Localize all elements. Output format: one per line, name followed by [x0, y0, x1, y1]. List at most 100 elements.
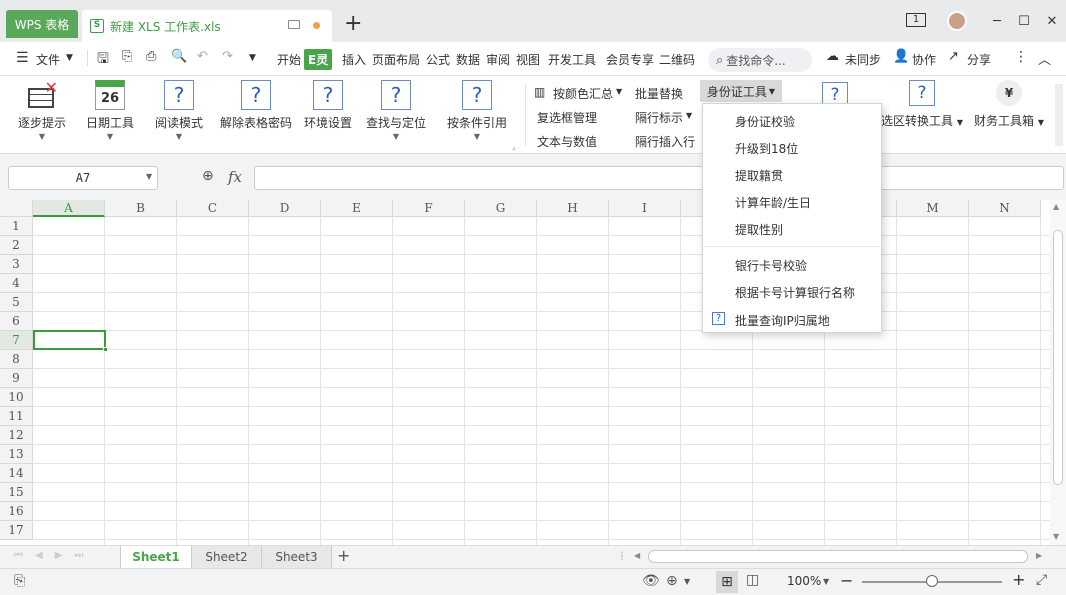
- column-header-n[interactable]: N: [969, 200, 1041, 217]
- column-header-m[interactable]: M: [897, 200, 969, 217]
- unsaved-dot-icon[interactable]: [313, 22, 320, 29]
- freeze-icon[interactable]: ⊕: [666, 573, 678, 589]
- row-header-4[interactable]: 4: [0, 274, 33, 293]
- column-header-i[interactable]: I: [609, 200, 681, 217]
- new-tab-button[interactable]: +: [344, 12, 362, 36]
- text-number-button[interactable]: 文本与数值: [537, 133, 597, 150]
- column-header-c[interactable]: C: [177, 200, 249, 217]
- row-header-17[interactable]: 17: [0, 521, 33, 540]
- menu-item-bank-name[interactable]: 根据卡号计算银行名称: [735, 284, 855, 301]
- row-header-16[interactable]: 16: [0, 502, 33, 521]
- chevron-down-icon[interactable]: ▼: [146, 172, 152, 181]
- menu-item-calc-age[interactable]: 计算年龄/生日: [735, 194, 811, 211]
- column-header-g[interactable]: G: [465, 200, 537, 217]
- minimize-button[interactable]: ─: [986, 12, 1008, 30]
- name-box[interactable]: A7: [8, 166, 158, 190]
- avatar[interactable]: [947, 11, 967, 31]
- alternate-row-mark-button[interactable]: 隔行标示: [635, 109, 683, 126]
- tab-qrcode[interactable]: 二维码: [659, 51, 695, 68]
- more-icon[interactable]: ⋮: [1014, 49, 1028, 65]
- tab-view[interactable]: 视图: [516, 51, 540, 68]
- undo-icon[interactable]: ↶: [197, 49, 208, 64]
- batch-replace-button[interactable]: 批量替换: [635, 85, 683, 102]
- column-header-e[interactable]: E: [321, 200, 393, 217]
- checkbox-manager-button[interactable]: 复选框管理: [537, 109, 597, 126]
- command-search[interactable]: ⌕ 查找命令...: [708, 48, 812, 72]
- tab-review[interactable]: 审阅: [486, 51, 510, 68]
- collab-button[interactable]: 协作: [912, 51, 936, 68]
- document-tab[interactable]: S 新建 XLS 工作表.xls: [82, 10, 332, 42]
- tab-data[interactable]: 数据: [456, 51, 480, 68]
- alternate-insert-button[interactable]: 隔行插入行: [635, 133, 695, 150]
- formula-input[interactable]: [254, 166, 1064, 190]
- unlock-password-button[interactable]: ? 解除表格密码: [219, 80, 293, 131]
- normal-view-icon[interactable]: ⊞: [716, 571, 738, 593]
- select-all-corner[interactable]: [0, 200, 33, 217]
- spreadsheet-grid[interactable]: ABCDEFGHIJKLMN 1234567891011121314151617: [0, 200, 1050, 545]
- color-summary-button[interactable]: 按颜色汇总: [553, 85, 613, 102]
- finance-toolbox-button[interactable]: ¥ 财务工具箱 ▼: [973, 80, 1045, 129]
- fill-handle[interactable]: [103, 347, 108, 352]
- wps-app-tab[interactable]: WPS 表格: [6, 10, 78, 38]
- chevron-down-icon[interactable]: ▼: [66, 53, 73, 63]
- column-header-f[interactable]: F: [393, 200, 465, 217]
- hamburger-icon[interactable]: ☰: [16, 50, 29, 66]
- row-header-1[interactable]: 1: [0, 217, 33, 236]
- print-preview-icon[interactable]: 🔍: [171, 49, 187, 64]
- find-locate-button[interactable]: ? 查找与定位 ▼: [364, 80, 428, 141]
- row-header-8[interactable]: 8: [0, 350, 33, 369]
- sheet-nav-arrows-icon[interactable]: ⏮◀▶⏭: [14, 550, 95, 561]
- maximize-button[interactable]: ☐: [1013, 12, 1035, 30]
- fx-icon[interactable]: fx: [228, 168, 242, 186]
- menu-item-extract-gender[interactable]: 提取性别: [735, 221, 783, 238]
- date-tool-button[interactable]: 26 日期工具 ▼: [84, 80, 136, 141]
- sheet-tab-sheet3[interactable]: Sheet3: [262, 546, 332, 568]
- save-icon[interactable]: 🖫: [97, 48, 109, 72]
- zoom-in-button[interactable]: +: [1012, 570, 1025, 589]
- row-header-3[interactable]: 3: [0, 255, 33, 274]
- env-settings-button[interactable]: ? 环境设置: [302, 80, 354, 131]
- vertical-scrollbar[interactable]: ▲ ▼: [1050, 200, 1066, 545]
- column-header-b[interactable]: B: [105, 200, 177, 217]
- macro-icon[interactable]: ⎘: [14, 573, 25, 589]
- column-header-h[interactable]: H: [537, 200, 609, 217]
- menu-item-id-verify[interactable]: 身份证校验: [735, 113, 795, 130]
- page-view-icon[interactable]: ◫: [746, 572, 759, 588]
- sheet-tab-sheet2[interactable]: Sheet2: [192, 546, 262, 568]
- zoom-level[interactable]: 100%: [787, 574, 821, 588]
- tab-member[interactable]: 会员专享: [606, 51, 654, 68]
- row-header-14[interactable]: 14: [0, 464, 33, 483]
- collapse-ribbon-icon[interactable]: ︿: [1038, 49, 1051, 68]
- export-icon[interactable]: ⎘: [122, 49, 132, 64]
- redo-icon[interactable]: ↷: [222, 49, 233, 64]
- ribbon-scroll[interactable]: [1055, 84, 1063, 146]
- fullscreen-icon[interactable]: ⤢: [1036, 572, 1047, 588]
- close-button[interactable]: ✕: [1041, 12, 1063, 30]
- screen-icon[interactable]: [288, 20, 300, 29]
- row-header-9[interactable]: 9: [0, 369, 33, 388]
- chevron-down-icon[interactable]: ▼: [823, 577, 829, 586]
- selection-convert-button[interactable]: ? 选区转换工具 ▼: [880, 80, 964, 129]
- file-menu[interactable]: 文件: [36, 51, 60, 68]
- scroll-thumb[interactable]: [1053, 230, 1063, 485]
- scroll-down-icon[interactable]: ▼: [1053, 532, 1059, 541]
- row-header-11[interactable]: 11: [0, 407, 33, 426]
- chevron-down-icon[interactable]: ▼: [684, 577, 690, 586]
- row-header-6[interactable]: 6: [0, 312, 33, 331]
- column-header-a[interactable]: A: [33, 200, 105, 217]
- conditional-ref-button[interactable]: ? 按条件引用 ▼: [445, 80, 509, 141]
- column-header-d[interactable]: D: [249, 200, 321, 217]
- tab-page-layout[interactable]: 页面布局: [372, 51, 420, 68]
- read-mode-button[interactable]: ? 阅读模式 ▼: [152, 80, 206, 141]
- row-header-5[interactable]: 5: [0, 293, 33, 312]
- scroll-right-icon[interactable]: ▶: [1036, 551, 1042, 560]
- scroll-left-icon[interactable]: ◀: [634, 551, 640, 560]
- menu-item-ip-lookup[interactable]: 批量查询IP归属地: [735, 312, 830, 329]
- share-button[interactable]: 分享: [967, 51, 991, 68]
- zoom-search-icon[interactable]: ⊕: [202, 168, 214, 184]
- print-icon[interactable]: ⎙: [146, 49, 156, 64]
- add-sheet-button[interactable]: +: [337, 546, 350, 565]
- menu-item-bankcard-verify[interactable]: 银行卡号校验: [735, 257, 807, 274]
- menu-item-extract-origin[interactable]: 提取籍贯: [735, 167, 783, 184]
- sheet-tab-sheet1[interactable]: Sheet1: [120, 546, 192, 568]
